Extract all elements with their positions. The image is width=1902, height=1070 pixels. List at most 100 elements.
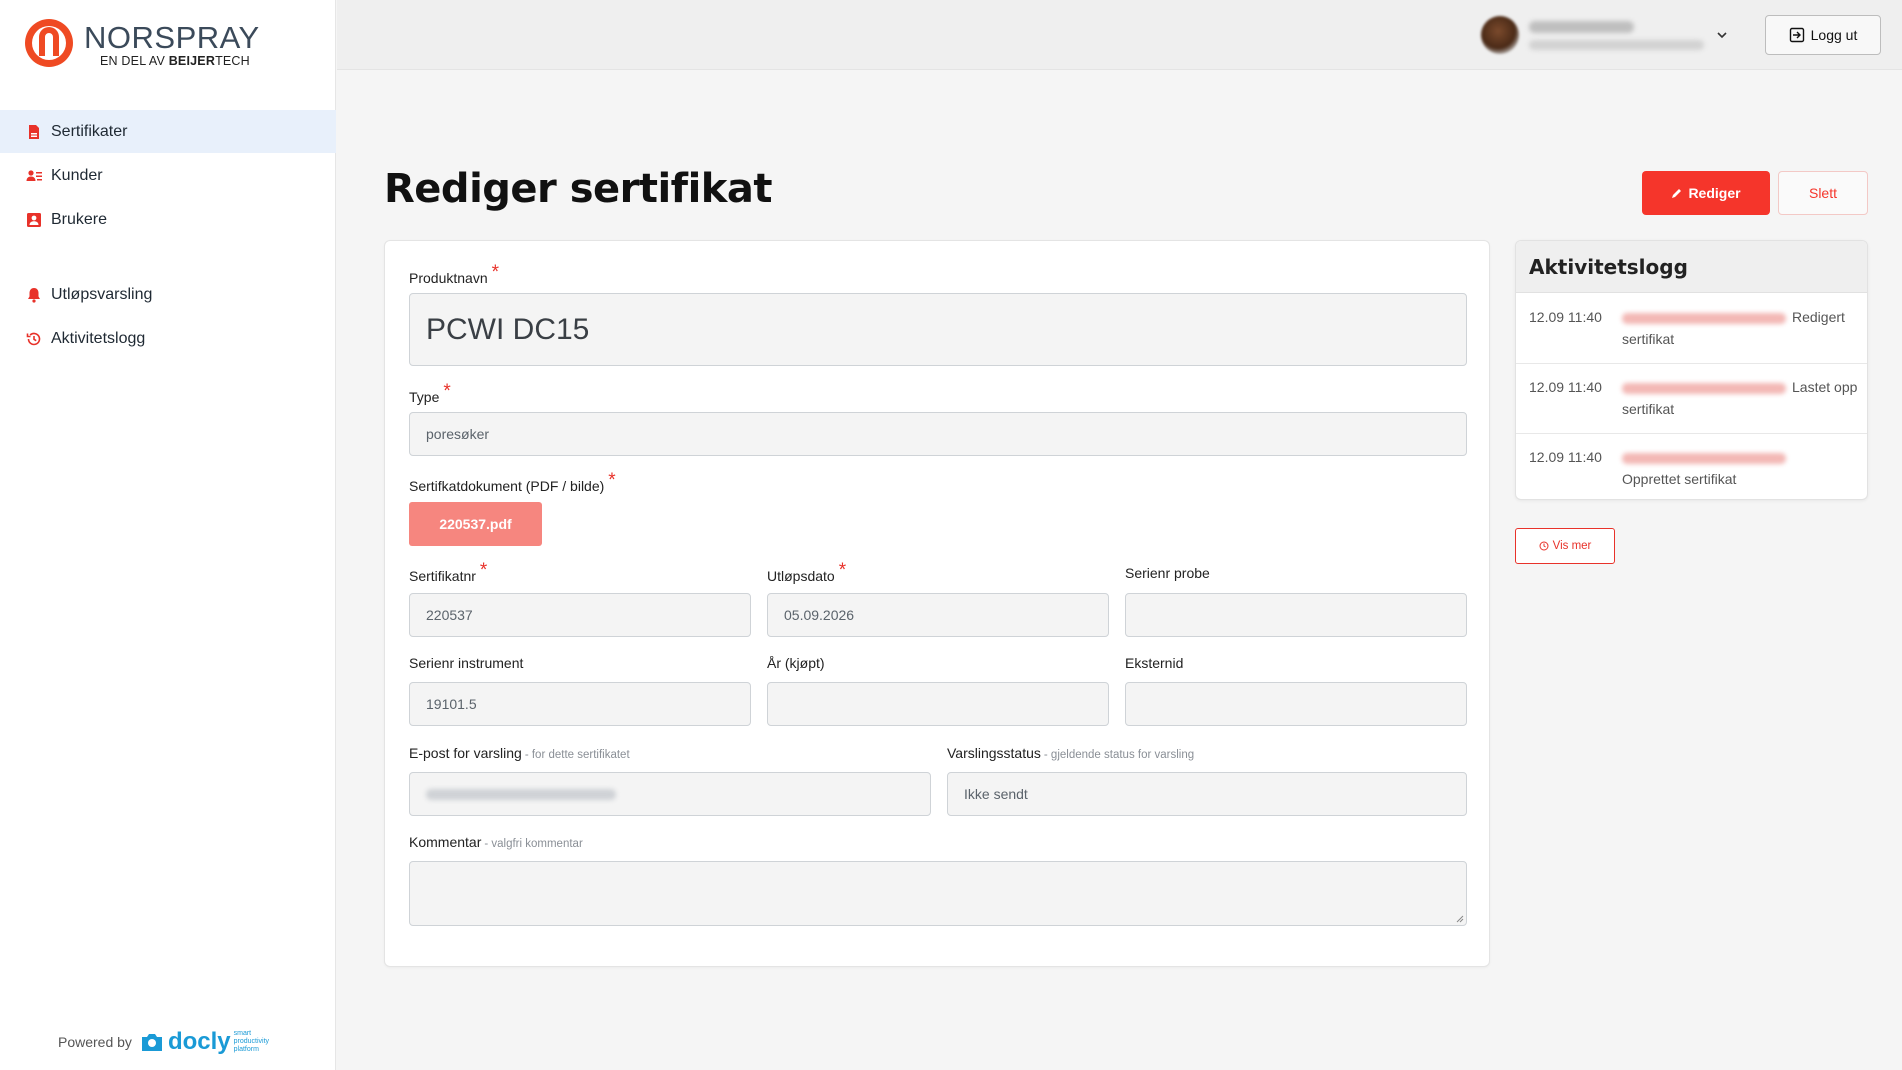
log-description: Redigert sertifikat bbox=[1622, 309, 1845, 347]
product-input[interactable]: PCWI DC15 bbox=[409, 293, 1467, 366]
delete-button[interactable]: Slett bbox=[1778, 171, 1868, 215]
docly-wordmark: docly bbox=[167, 1028, 231, 1055]
email-input[interactable] bbox=[409, 772, 931, 816]
sidebar-item-label: Kunder bbox=[51, 166, 103, 184]
sidebar-item-sertifikater[interactable]: Sertifikater bbox=[0, 110, 336, 153]
user-menu[interactable] bbox=[1481, 15, 1731, 55]
logout-button[interactable]: Logg ut bbox=[1765, 15, 1881, 55]
activity-log-title: Aktivitetslogg bbox=[1516, 241, 1867, 293]
top-bar: Logg ut bbox=[337, 0, 1902, 70]
sidebar-item-utlopsvarsling[interactable]: Utløpsvarsling bbox=[0, 273, 336, 316]
certificate-form: Produktnavn * PCWI DC15 Type * poresøker S… bbox=[384, 240, 1490, 967]
cert-no-input[interactable]: 220537 bbox=[409, 593, 751, 637]
resize-handle-icon[interactable] bbox=[1454, 913, 1464, 923]
required-marker: * bbox=[491, 262, 500, 283]
required-marker: * bbox=[608, 470, 616, 491]
product-label-text: Produktnavn bbox=[409, 270, 488, 286]
probe-serial-label: Serienr probe bbox=[1125, 565, 1210, 581]
comment-label-text: Kommentar bbox=[409, 834, 482, 850]
log-description: Lastet opp sertifikat bbox=[1622, 379, 1858, 417]
list-item: 12.09 11:40 Lastet opp sertifikat bbox=[1516, 364, 1867, 434]
sidebar-item-label: Sertifikater bbox=[51, 122, 128, 140]
required-marker: * bbox=[838, 560, 847, 581]
sidebar-item-brukere[interactable]: Brukere bbox=[0, 198, 336, 241]
file-download-button[interactable]: 220537.pdf bbox=[409, 502, 542, 546]
user-name-redacted bbox=[1529, 20, 1634, 33]
logout-icon bbox=[1789, 27, 1804, 43]
clock-icon bbox=[1539, 541, 1549, 551]
comment-label: Kommentar - valgfri kommentar bbox=[409, 834, 583, 850]
edit-button-label: Rediger bbox=[1688, 185, 1741, 201]
brand-logo[interactable]: NORSPRAY EN DEL AV BEIJERTECH bbox=[24, 18, 284, 72]
powered-by-text: Powered by bbox=[58, 1034, 132, 1050]
probe-serial-input[interactable] bbox=[1125, 593, 1467, 637]
sidebar-item-label: Aktivitetslogg bbox=[51, 329, 146, 347]
status-input[interactable]: Ikke sendt bbox=[947, 772, 1467, 816]
cert-no-label-text: Sertifikatnr bbox=[409, 568, 476, 584]
show-more-button[interactable]: Vis mer bbox=[1515, 528, 1615, 564]
bell-icon bbox=[26, 287, 42, 303]
sidebar: NORSPRAY EN DEL AV BEIJERTECH Sertifikat… bbox=[0, 0, 336, 1070]
document-label-text: Sertifkatdokument (PDF / bilde) bbox=[409, 478, 605, 494]
users-icon bbox=[26, 168, 42, 184]
norspray-logo-icon bbox=[25, 19, 73, 67]
list-item: 12.09 11:40 Opprettet sertifikat bbox=[1516, 434, 1867, 499]
pencil-icon bbox=[1672, 189, 1682, 198]
external-id-label: Eksternid bbox=[1125, 655, 1184, 671]
year-bought-input[interactable] bbox=[767, 682, 1109, 726]
cert-no-label: Sertifikatnr * bbox=[409, 560, 487, 587]
log-user-redacted bbox=[1622, 453, 1786, 464]
product-label: Produktnavn * bbox=[409, 262, 499, 289]
camera-icon bbox=[141, 1034, 162, 1051]
expiry-label: Utløpsdato * bbox=[767, 560, 846, 587]
status-hint: - gjeldende status for varsling bbox=[1043, 749, 1195, 761]
log-time: 12.09 11:40 bbox=[1529, 449, 1602, 465]
type-label: Type * bbox=[409, 381, 451, 408]
log-description: Opprettet sertifikat bbox=[1622, 471, 1737, 487]
user-info bbox=[1529, 20, 1704, 50]
document-label: Sertifkatdokument (PDF / bilde) * bbox=[409, 470, 616, 497]
brand-subtitle-prefix: EN DEL AV bbox=[100, 54, 169, 68]
brand-subtitle: EN DEL AV BEIJERTECH bbox=[100, 54, 250, 68]
show-more-label: Vis mer bbox=[1552, 540, 1592, 552]
edit-button[interactable]: Rediger bbox=[1642, 171, 1770, 215]
list-item: 12.09 11:40 Redigert sertifikat bbox=[1516, 294, 1867, 364]
required-marker: * bbox=[479, 560, 488, 581]
external-id-input[interactable] bbox=[1125, 682, 1467, 726]
sidebar-item-label: Utløpsvarsling bbox=[51, 285, 153, 303]
email-redacted bbox=[426, 788, 616, 800]
comment-textarea[interactable] bbox=[409, 861, 1467, 926]
log-time: 12.09 11:40 bbox=[1529, 379, 1602, 395]
email-label: E-post for varsling - for dette sertifika… bbox=[409, 745, 630, 761]
docly-logo: docly smart productivity platform bbox=[140, 1028, 274, 1056]
brand-title: NORSPRAY bbox=[84, 20, 260, 55]
status-label: Varslingsstatus - gjeldende status for va… bbox=[947, 745, 1194, 761]
email-label-text: E-post for varsling bbox=[409, 745, 522, 761]
docly-tagline: smart productivity platform bbox=[233, 1030, 270, 1053]
instrument-serial-label: Serienr instrument bbox=[409, 655, 524, 671]
type-input[interactable]: poresøker bbox=[409, 412, 1467, 456]
expiry-date-input[interactable]: 05.09.2026 bbox=[767, 593, 1109, 637]
brand-subtitle-brand: BEIJER bbox=[168, 54, 216, 68]
chevron-down-icon[interactable] bbox=[1715, 28, 1729, 42]
brand-subtitle-suffix: TECH bbox=[215, 54, 250, 68]
log-time: 12.09 11:40 bbox=[1529, 309, 1602, 325]
instrument-serial-input[interactable]: 19101.5 bbox=[409, 682, 751, 726]
expiry-label-text: Utløpsdato bbox=[767, 568, 835, 584]
user-email-redacted bbox=[1529, 39, 1704, 50]
status-label-text: Varslingsstatus bbox=[947, 745, 1041, 761]
powered-by[interactable]: Powered by docly smart productivity plat… bbox=[58, 1028, 274, 1056]
year-bought-label: År (kjøpt) bbox=[767, 655, 825, 671]
activity-log-panel: Aktivitetslogg 12.09 11:40 Redigert sert… bbox=[1515, 240, 1868, 500]
logout-label: Logg ut bbox=[1810, 27, 1858, 43]
type-label-text: Type bbox=[409, 389, 440, 405]
contact-card-icon bbox=[26, 212, 42, 228]
page-title: Rediger sertifikat bbox=[384, 166, 773, 212]
sidebar-item-kunder[interactable]: Kunder bbox=[0, 154, 336, 197]
history-icon bbox=[26, 331, 42, 347]
sidebar-item-aktivitetslogg[interactable]: Aktivitetslogg bbox=[0, 317, 336, 360]
required-marker: * bbox=[443, 381, 451, 402]
avatar bbox=[1481, 16, 1519, 54]
document-icon bbox=[26, 124, 42, 140]
sidebar-item-label: Brukere bbox=[51, 210, 108, 228]
